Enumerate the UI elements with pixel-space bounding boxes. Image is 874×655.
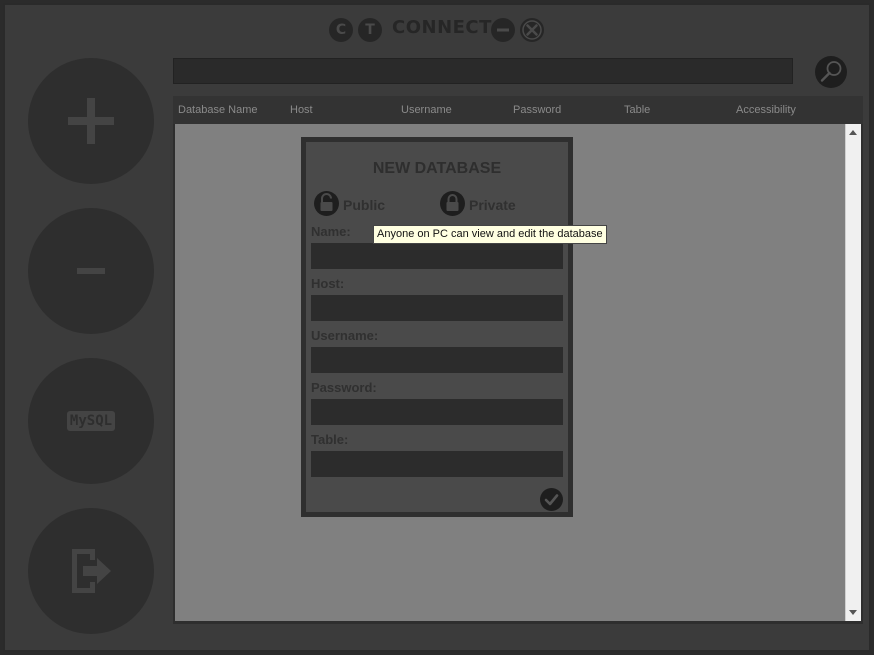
name-field[interactable]	[311, 243, 563, 269]
exit-door-icon	[72, 549, 111, 593]
password-field[interactable]	[311, 399, 563, 425]
host-label: Host:	[311, 276, 345, 291]
remove-database-button[interactable]	[28, 208, 154, 334]
vertical-scrollbar[interactable]	[845, 124, 861, 621]
column-header-database-name[interactable]: Database Name	[178, 104, 258, 116]
dialog-title: NEW DATABASE	[372, 160, 502, 177]
username-field[interactable]	[311, 347, 563, 373]
close-icon	[522, 20, 542, 40]
exit-button[interactable]	[28, 508, 154, 634]
table-label: Table:	[311, 432, 349, 447]
title-bar: C T CONNECT	[5, 5, 869, 51]
plus-icon	[68, 98, 114, 144]
column-header-username[interactable]: Username	[401, 104, 452, 116]
private-option[interactable]	[440, 191, 465, 216]
t-button[interactable]: T	[358, 18, 382, 42]
submit-button[interactable]	[540, 488, 563, 511]
private-label[interactable]: Private	[469, 197, 516, 213]
minimize-button[interactable]	[491, 18, 515, 42]
public-label[interactable]: Public	[343, 197, 385, 213]
c-button-label: C	[335, 22, 347, 38]
password-label: Password:	[311, 380, 377, 395]
tooltip: Anyone on PC can view and edit the datab…	[373, 225, 607, 244]
minus-icon	[497, 28, 509, 32]
table-header: Database Name Host Username Password Tab…	[173, 96, 863, 124]
search-icon	[820, 61, 842, 82]
username-label: Username:	[311, 328, 379, 343]
app-title: CONNECT	[392, 17, 492, 38]
scroll-up-arrow-icon[interactable]	[849, 130, 857, 135]
add-database-button[interactable]	[28, 58, 154, 184]
column-header-accessibility[interactable]: Accessibility	[736, 104, 796, 116]
t-button-label: T	[365, 22, 375, 38]
checkmark-icon	[544, 494, 559, 506]
column-header-host[interactable]: Host	[290, 104, 313, 116]
minus-icon	[77, 268, 105, 274]
name-label: Name:	[311, 224, 351, 239]
scroll-down-arrow-icon[interactable]	[849, 610, 857, 615]
close-button[interactable]	[520, 18, 544, 42]
table-field[interactable]	[311, 451, 563, 477]
search-input[interactable]	[173, 58, 793, 84]
c-button[interactable]: C	[329, 18, 353, 42]
mysql-icon: MySQL	[66, 411, 116, 431]
host-field[interactable]	[311, 295, 563, 321]
app-window: C T CONNECT MySQL Database Name Host Use…	[3, 3, 871, 652]
public-option[interactable]	[314, 191, 339, 216]
locked-padlock-icon	[446, 194, 459, 211]
search-button[interactable]	[815, 56, 847, 88]
mysql-button[interactable]: MySQL	[28, 358, 154, 484]
column-header-table[interactable]: Table	[624, 104, 650, 116]
column-header-password[interactable]: Password	[513, 104, 561, 116]
new-database-dialog: NEW DATABASE Public Private Name: Host: …	[301, 137, 573, 517]
unlocked-padlock-icon	[320, 193, 333, 211]
